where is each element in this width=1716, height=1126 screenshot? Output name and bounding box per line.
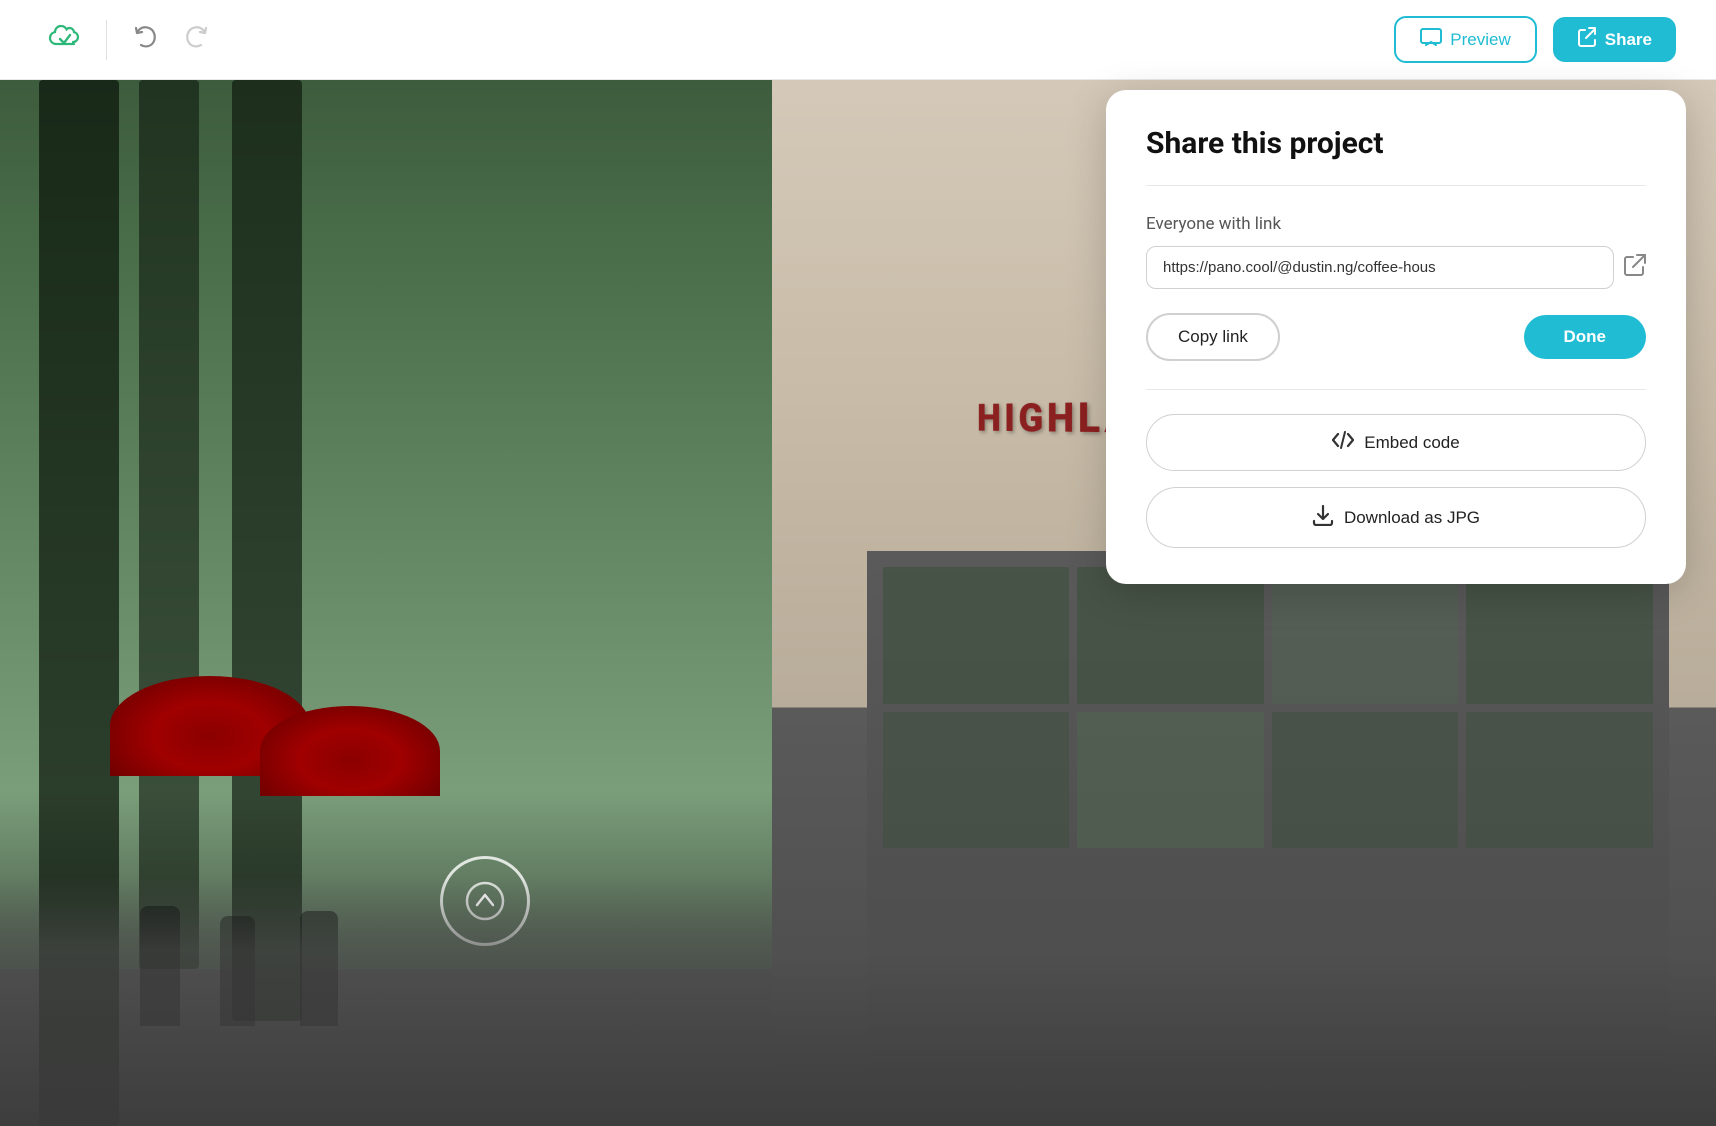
share-link-input[interactable] — [1146, 246, 1614, 289]
embed-icon — [1332, 431, 1354, 454]
embed-code-button[interactable]: Embed code — [1146, 414, 1646, 471]
toolbar: Preview Share — [0, 0, 1716, 80]
preview-button[interactable]: Preview — [1394, 16, 1536, 63]
external-link-icon[interactable] — [1624, 254, 1646, 281]
toolbar-left-actions — [40, 14, 219, 65]
link-row — [1146, 246, 1646, 289]
save-cloud-button[interactable] — [40, 14, 90, 65]
toolbar-divider — [106, 20, 107, 60]
share-icon — [1577, 27, 1597, 52]
share-toolbar-button[interactable]: Share — [1553, 17, 1676, 62]
share-divider-bottom — [1146, 389, 1646, 390]
cloud-check-icon — [48, 22, 82, 57]
umbrella-2 — [260, 706, 440, 796]
redo-icon — [183, 23, 211, 57]
download-jpg-label: Download as JPG — [1344, 508, 1480, 528]
copy-link-label: Copy link — [1178, 327, 1248, 346]
preview-icon — [1420, 28, 1442, 51]
copy-link-button[interactable]: Copy link — [1146, 313, 1280, 361]
share-panel: Share this project Everyone with link Co… — [1106, 90, 1686, 584]
download-icon — [1312, 504, 1334, 531]
done-button[interactable]: Done — [1524, 315, 1647, 359]
undo-button[interactable] — [123, 15, 167, 65]
share-title: Share this project — [1146, 126, 1646, 161]
floor-overlay — [0, 876, 1716, 1126]
action-row: Copy link Done — [1146, 313, 1646, 361]
preview-label: Preview — [1450, 30, 1510, 50]
embed-code-label: Embed code — [1364, 433, 1459, 453]
everyone-label: Everyone with link — [1146, 214, 1646, 234]
redo-button[interactable] — [175, 15, 219, 65]
download-jpg-button[interactable]: Download as JPG — [1146, 487, 1646, 548]
undo-icon — [131, 23, 159, 57]
share-toolbar-label: Share — [1605, 30, 1652, 50]
share-divider-top — [1146, 185, 1646, 186]
done-label: Done — [1564, 327, 1607, 346]
